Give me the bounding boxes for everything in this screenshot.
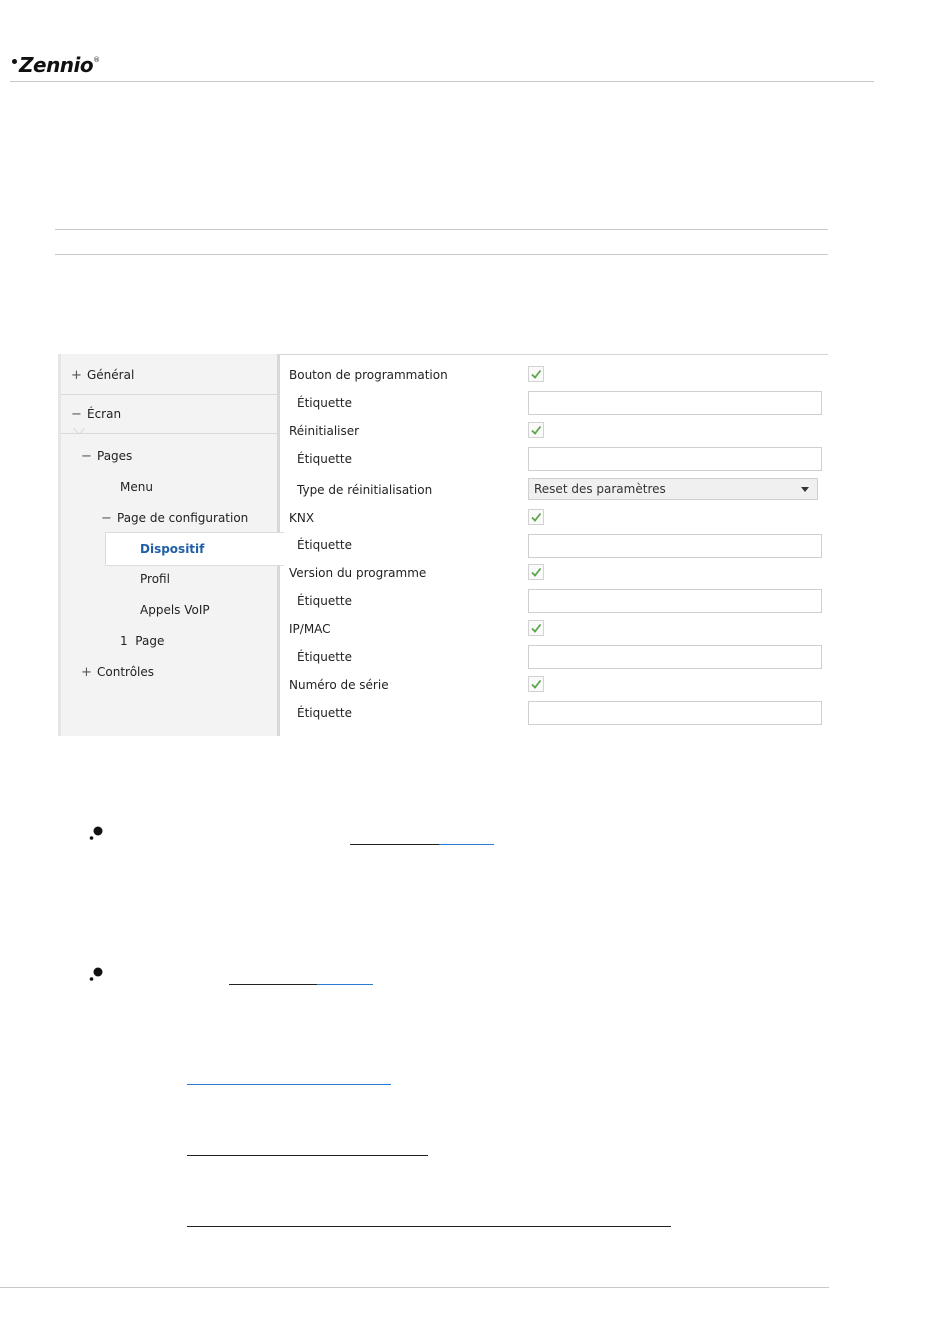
tree-item-menu[interactable]: Menu — [120, 480, 153, 494]
checkmark-icon — [531, 679, 542, 689]
checkbox-numero-de-serie[interactable] — [528, 676, 544, 692]
zennio-logo: Zennio® — [12, 53, 100, 77]
param-label-numero-de-serie: Numéro de série — [289, 678, 389, 692]
link-underline[interactable] — [350, 844, 439, 845]
param-label-etiquette: Étiquette — [297, 706, 353, 720]
footer-divider — [0, 1287, 829, 1288]
bullet-icon — [89, 826, 103, 840]
page-count: 1 — [120, 634, 128, 648]
section-rule-top — [55, 229, 828, 230]
etiquette-input-programmation[interactable] — [528, 391, 822, 415]
tree-divider — [61, 394, 280, 395]
tree-item-controles[interactable]: + Contrôles — [81, 665, 154, 680]
collapse-icon[interactable]: − — [101, 511, 117, 526]
tree-item-page-de-configuration[interactable]: − Page de configuration — [101, 511, 248, 526]
params-top-border — [280, 354, 828, 355]
etiquette-input-version[interactable] — [528, 589, 822, 613]
etiquette-input-reinitialiser[interactable] — [528, 447, 822, 471]
parameter-window: + Général − Écran − Pages Menu − Page de con… — [58, 354, 828, 736]
tree-item-ecran[interactable]: − Écran — [71, 407, 121, 422]
param-label-etiquette: Étiquette — [297, 396, 353, 410]
dropdown-arrow-icon — [801, 487, 809, 492]
expand-icon[interactable]: + — [81, 665, 97, 680]
link-underline[interactable] — [187, 1155, 428, 1156]
link-underline[interactable] — [439, 844, 494, 845]
parameter-list: Bouton de programmation Étiquette Réinit… — [280, 354, 828, 736]
checkmark-icon — [531, 425, 542, 435]
checkbox-ip-mac[interactable] — [528, 620, 544, 636]
param-label-type-de-reinitialisation: Type de réinitialisation — [297, 483, 433, 497]
param-label-etiquette: Étiquette — [297, 538, 353, 552]
link-underline[interactable] — [317, 984, 373, 985]
param-label-version-du-programme: Version du programme — [289, 566, 427, 580]
link-underline[interactable] — [187, 1226, 671, 1227]
param-label-etiquette: Étiquette — [297, 452, 353, 466]
bullet-icon — [89, 967, 103, 981]
checkmark-icon — [531, 369, 542, 379]
type-reinitialisation-select[interactable]: Reset des paramètres — [528, 478, 818, 500]
checkmark-icon — [531, 567, 542, 577]
checkmark-icon — [531, 512, 542, 522]
tree-item-profil[interactable]: Profil — [140, 572, 170, 586]
collapse-icon[interactable]: − — [81, 449, 97, 464]
tree-item-page[interactable]: 1 Page — [120, 634, 164, 648]
section-rule-bottom — [55, 254, 828, 255]
checkbox-knx[interactable] — [528, 509, 544, 525]
param-label-etiquette: Étiquette — [297, 594, 353, 608]
tree-item-general[interactable]: + Général — [71, 368, 134, 383]
tree-item-dispositif[interactable]: Dispositif — [105, 532, 284, 566]
param-label-knx: KNX — [289, 511, 315, 525]
etiquette-input-numero-de-serie[interactable] — [528, 701, 822, 725]
chevron-down-icon — [73, 428, 85, 435]
tree-item-appels-voip[interactable]: Appels VoIP — [140, 603, 210, 617]
checkbox-reinitialiser[interactable] — [528, 422, 544, 438]
collapse-icon[interactable]: − — [71, 407, 87, 422]
checkbox-bouton-de-programmation[interactable] — [528, 366, 544, 382]
header-divider — [10, 81, 874, 82]
param-label-etiquette: Étiquette — [297, 650, 353, 664]
etiquette-input-ip-mac[interactable] — [528, 645, 822, 669]
checkbox-version-du-programme[interactable] — [528, 564, 544, 580]
expand-icon[interactable]: + — [71, 368, 87, 383]
tree-item-pages[interactable]: − Pages — [81, 449, 132, 464]
link-underline[interactable] — [229, 984, 317, 985]
param-label-ip-mac: IP/MAC — [289, 622, 331, 636]
param-label-bouton-de-programmation: Bouton de programmation — [289, 368, 448, 382]
checkmark-icon — [531, 623, 542, 633]
etiquette-input-knx[interactable] — [528, 534, 822, 558]
link-underline[interactable] — [187, 1084, 391, 1085]
param-label-reinitialiser: Réinitialiser — [289, 424, 360, 438]
tree-divider — [61, 433, 280, 434]
